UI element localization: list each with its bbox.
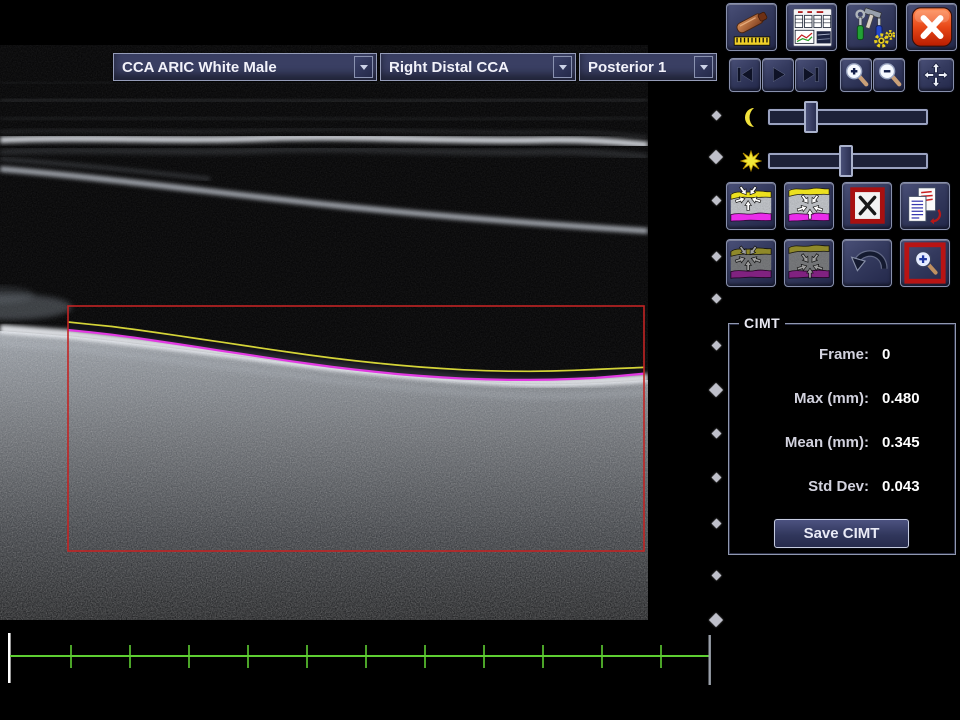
report-icon [789, 6, 835, 49]
chevron-down-icon[interactable] [553, 56, 572, 78]
diamond-marker-icon [709, 613, 723, 627]
angle-value: Posterior 1 [580, 59, 694, 76]
close-icon [909, 6, 955, 49]
contrast-slider-handle[interactable] [804, 101, 818, 133]
edit-near-wall-button[interactable] [726, 182, 776, 230]
cimt-mean-row: Mean (mm): 0.345 [729, 434, 955, 451]
contrast-slider-row [734, 102, 928, 132]
copy-report-icon [902, 184, 948, 228]
cimt-panel-title: CIMT [739, 315, 785, 331]
max-value: 0.480 [882, 390, 920, 407]
stddev-value: 0.043 [882, 478, 920, 495]
report-button[interactable] [786, 3, 837, 51]
diamond-marker-icon [711, 110, 721, 120]
probe-measure-button[interactable] [726, 3, 777, 51]
frame-value: 0 [882, 346, 890, 363]
first-frame-button[interactable] [729, 58, 761, 92]
chevron-down-icon[interactable] [354, 56, 373, 78]
undo-icon [844, 241, 890, 285]
cimt-max-row: Max (mm): 0.480 [729, 390, 955, 407]
last-frame-button[interactable] [795, 58, 827, 92]
diamond-marker-icon [711, 251, 721, 261]
last-frame-icon [797, 60, 825, 90]
study-preset-dropdown[interactable]: CCA ARIC White Male [113, 53, 377, 81]
zoom-in-button[interactable] [840, 58, 872, 92]
settings-tools-button[interactable] [846, 3, 897, 51]
contrast-slider[interactable] [768, 109, 928, 125]
brightness-slider-row [734, 146, 928, 176]
study-preset-value: CCA ARIC White Male [114, 59, 354, 76]
chevron-down-icon[interactable] [694, 56, 713, 78]
edit-far-wall-alt-button[interactable] [784, 239, 834, 287]
cimt-stddev-row: Std Dev: 0.043 [729, 478, 955, 495]
probe-ruler-icon [729, 6, 775, 49]
segment-dropdown[interactable]: Right Distal CCA [380, 53, 576, 81]
zoom-out-icon [875, 60, 903, 90]
diamond-marker-icon [711, 428, 721, 438]
play-button[interactable] [762, 58, 794, 92]
mean-value: 0.345 [882, 434, 920, 451]
brightness-slider[interactable] [768, 153, 928, 169]
edit-far-wall-alt-icon [786, 241, 832, 285]
ruler-right-cursor[interactable] [709, 635, 711, 685]
moon-icon [734, 107, 768, 128]
stddev-label: Std Dev: [729, 478, 869, 495]
max-label: Max (mm): [729, 390, 869, 407]
zoom-in-icon [842, 60, 870, 90]
ultrasound-image[interactable] [0, 45, 648, 620]
edit-near-wall-alt-button[interactable] [726, 239, 776, 287]
frame-label: Frame: [729, 346, 869, 363]
delete-measurement-button[interactable] [842, 182, 892, 230]
cimt-panel: CIMT Frame: 0 Max (mm): 0.480 Mean (mm):… [728, 323, 956, 555]
diamond-marker-icon [711, 293, 721, 303]
save-cimt-button[interactable]: Save CIMT [774, 519, 909, 548]
scale-ruler [0, 628, 720, 698]
edit-tool-grid [726, 182, 950, 287]
edit-far-wall-icon [786, 184, 832, 228]
diamond-marker-icon [711, 340, 721, 350]
close-button[interactable] [906, 3, 957, 51]
angle-dropdown[interactable]: Posterior 1 [579, 53, 717, 81]
frame-navigation [729, 58, 954, 92]
main-toolbar [726, 3, 957, 51]
zoom-region-button[interactable] [900, 239, 950, 287]
diamond-marker-icon [709, 383, 723, 397]
zoom-out-button[interactable] [873, 58, 905, 92]
brightness-slider-handle[interactable] [839, 145, 853, 177]
pan-button[interactable] [918, 58, 954, 92]
pan-icon [920, 60, 952, 90]
undo-button[interactable] [842, 239, 892, 287]
sun-icon [734, 150, 768, 172]
diamond-marker-icon [711, 518, 721, 528]
diamond-marker-icon [711, 195, 721, 205]
edit-near-wall-icon [728, 184, 774, 228]
copy-report-button[interactable] [900, 182, 950, 230]
diamond-marker-icon [711, 570, 721, 580]
app-window: CCA ARIC White Male Right Distal CCA Pos… [0, 0, 960, 720]
diamond-marker-icon [711, 472, 721, 482]
segment-value: Right Distal CCA [381, 59, 553, 76]
zoom-region-icon [902, 241, 948, 285]
edit-far-wall-button[interactable] [784, 182, 834, 230]
diamond-marker-icon [709, 150, 723, 164]
ruler-left-cursor[interactable] [8, 633, 11, 683]
tools-icon [849, 6, 895, 49]
cimt-frame-row: Frame: 0 [729, 346, 955, 363]
edit-near-wall-alt-icon [728, 241, 774, 285]
mean-label: Mean (mm): [729, 434, 869, 451]
delete-measurement-icon [844, 184, 890, 228]
play-icon [764, 60, 792, 90]
first-frame-icon [731, 60, 759, 90]
